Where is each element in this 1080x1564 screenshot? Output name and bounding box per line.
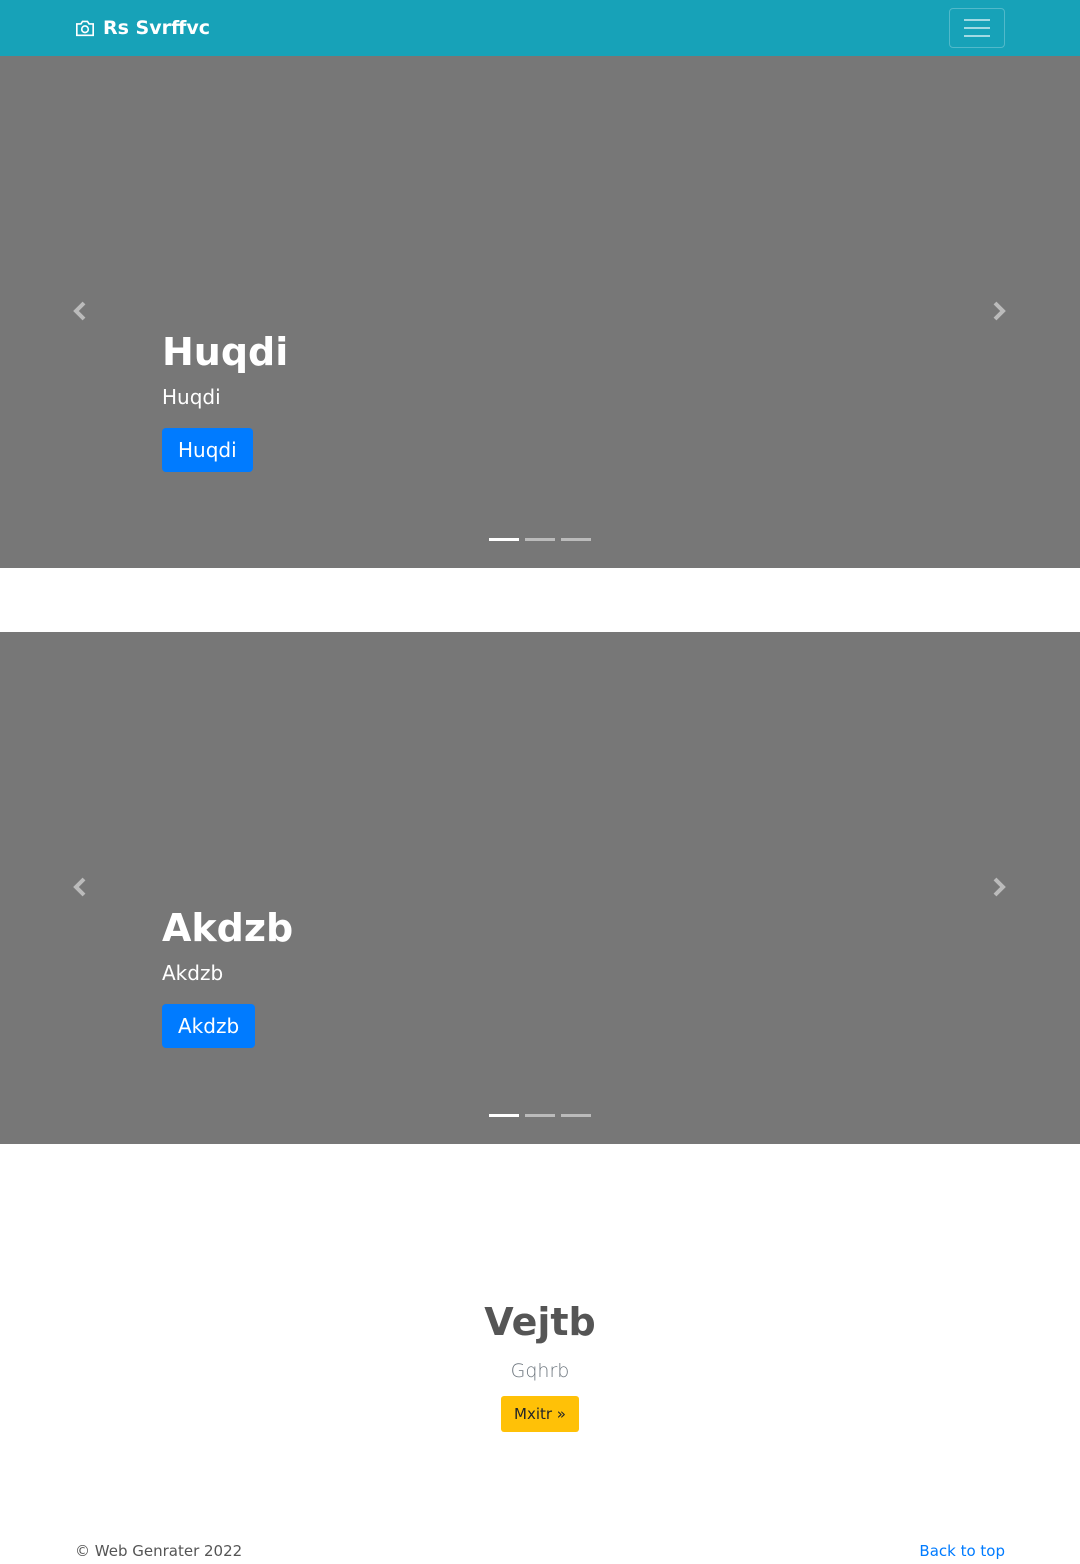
marketing-button[interactable]: Mxitr »: [501, 1395, 579, 1432]
carousel-indicators: [489, 538, 591, 541]
carousel-2: Akdzb Akdzb Akdzb: [0, 632, 1080, 1144]
navbar: Rs Svrffvc: [0, 0, 1080, 56]
carousel-indicator-1[interactable]: [489, 1114, 519, 1117]
marketing-heading: Vejtb: [484, 1300, 596, 1344]
footer: © Web Genrater 2022 Back to top: [75, 1540, 1005, 1564]
chevron-right-icon: [993, 301, 1006, 321]
slide-title: Akdzb: [162, 906, 294, 950]
carousel-caption: Huqdi Huqdi Huqdi: [162, 330, 288, 472]
slide-subtitle: Akdzb: [162, 960, 224, 985]
carousel-indicator-2[interactable]: [525, 1114, 555, 1117]
marketing-section: Vejtb Gqhrb Mxitr »: [0, 1300, 1080, 1432]
carousel-indicator-3[interactable]: [561, 1114, 591, 1117]
chevron-left-icon: [73, 301, 86, 321]
marketing-text: Gqhrb: [510, 1359, 570, 1382]
brand-link[interactable]: Rs Svrffvc: [75, 14, 210, 42]
chevron-left-icon: [73, 877, 86, 897]
camera-icon: [76, 20, 94, 37]
slide-title: Huqdi: [162, 330, 289, 374]
carousel-indicator-3[interactable]: [561, 538, 591, 541]
navbar-toggler-button[interactable]: [949, 8, 1005, 48]
slide-button[interactable]: Akdzb: [162, 1003, 256, 1048]
carousel-next-button[interactable]: [983, 872, 1013, 902]
carousel-caption: Akdzb Akdzb Akdzb: [162, 906, 293, 1048]
carousel-indicators: [489, 1114, 591, 1117]
copyright-text: © Web Genrater 2022: [75, 1542, 243, 1560]
carousel-prev-button[interactable]: [66, 296, 96, 326]
carousel-prev-button[interactable]: [66, 872, 96, 902]
brand-name: Rs Svrffvc: [103, 17, 211, 39]
carousel-indicator-2[interactable]: [525, 538, 555, 541]
slide-subtitle: Huqdi: [162, 384, 221, 409]
carousel-indicator-1[interactable]: [489, 538, 519, 541]
carousel-next-button[interactable]: [983, 296, 1013, 326]
back-to-top-link[interactable]: Back to top: [919, 1542, 1005, 1560]
slide-button[interactable]: Huqdi: [162, 427, 253, 472]
chevron-right-icon: [993, 877, 1006, 897]
hamburger-icon: [964, 19, 990, 37]
carousel-1: Huqdi Huqdi Huqdi: [0, 56, 1080, 568]
